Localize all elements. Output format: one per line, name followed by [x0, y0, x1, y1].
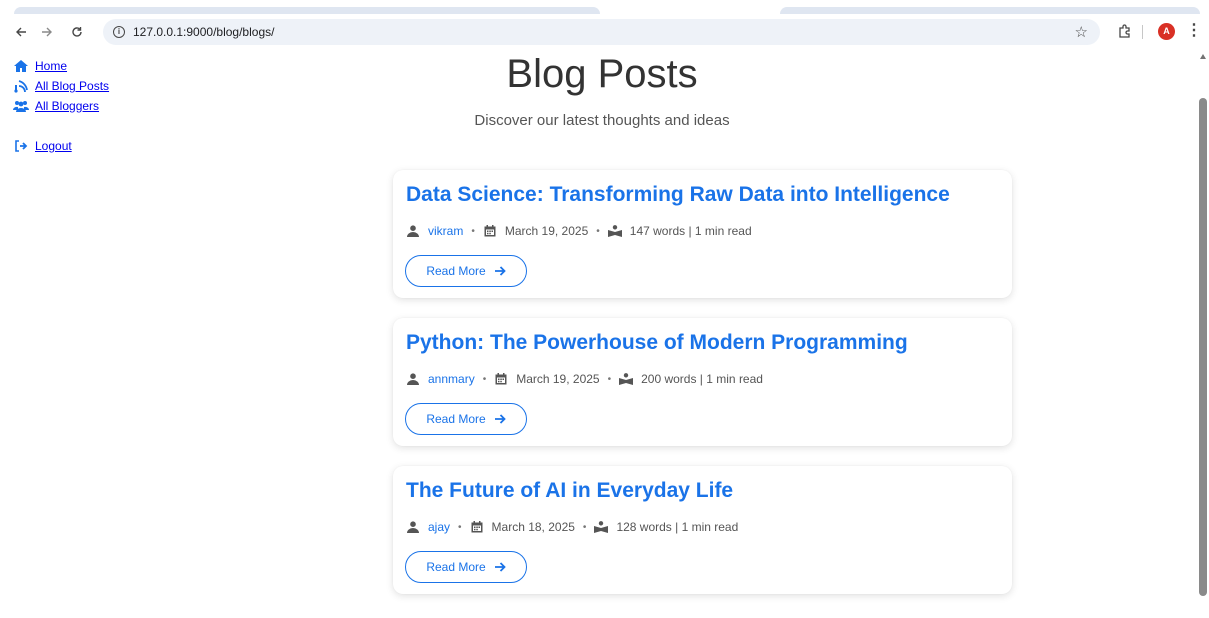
sidebar-item-label[interactable]: All Bloggers [35, 99, 99, 113]
page-scrollbar[interactable] [1197, 50, 1209, 618]
calendar-icon [483, 224, 497, 238]
page-viewport: Home All Blog Posts All Bloggers Logout … [7, 50, 1197, 618]
read-more-label: Read More [426, 264, 486, 278]
post-author-link[interactable]: annmary [428, 372, 475, 386]
sidebar-item-logout[interactable]: Logout [13, 138, 109, 154]
address-bar[interactable]: i 127.0.0.1:9000/blog/blogs/ ☆ [103, 19, 1100, 45]
reader-icon [594, 520, 609, 534]
meta-separator: • [471, 225, 475, 237]
forward-button[interactable] [36, 21, 58, 43]
post-meta: ajay • March 18, 2025 • 128 words | 1 mi… [406, 520, 738, 534]
back-button[interactable] [10, 21, 32, 43]
read-more-label: Read More [426, 560, 486, 574]
user-icon [406, 520, 420, 534]
reader-icon [619, 372, 634, 386]
post-reading-stats: 147 words | 1 min read [629, 224, 752, 238]
tab-strip [0, 0, 1209, 14]
page-title: Blog Posts [506, 52, 698, 96]
post-date: March 19, 2025 [504, 224, 589, 238]
bookmark-star-icon[interactable]: ☆ [1075, 23, 1088, 41]
browser-menu-icon[interactable]: ⋮ [1186, 23, 1202, 41]
blog-post-card: Data Science: Transforming Raw Data into… [393, 170, 1012, 298]
forward-arrow-icon [42, 27, 52, 37]
user-icon [406, 224, 420, 238]
blog-post-card: The Future of AI in Everyday Life ajay •… [393, 466, 1012, 594]
post-title[interactable]: The Future of AI in Everyday Life [406, 479, 733, 503]
post-date: March 19, 2025 [516, 372, 600, 386]
extensions-icon[interactable] [1115, 22, 1135, 42]
user-icon [406, 372, 420, 386]
toolbar-divider [1142, 25, 1143, 39]
meta-separator: • [482, 373, 487, 385]
post-meta: annmary • March 19, 2025 • 200 words | 1… [406, 372, 763, 386]
reader-icon [607, 224, 622, 238]
profile-avatar[interactable]: A [1158, 23, 1175, 40]
meta-separator: • [596, 225, 600, 237]
arrow-right-icon [494, 266, 506, 276]
read-more-button[interactable]: Read More [405, 255, 527, 287]
post-author-link[interactable]: ajay [428, 520, 450, 534]
read-more-button[interactable]: Read More [405, 403, 527, 435]
blog-post-card: Python: The Powerhouse of Modern Program… [393, 318, 1012, 446]
reload-button[interactable] [66, 21, 88, 43]
url-text[interactable]: 127.0.0.1:9000/blog/blogs/ [133, 25, 274, 39]
post-meta: vikram • March 19, 2025 • 147 words | 1 … [406, 224, 752, 238]
meta-separator: • [607, 373, 612, 385]
users-icon [13, 99, 29, 113]
tab[interactable] [14, 7, 600, 14]
arrow-right-icon [494, 562, 506, 572]
page-subtitle: Discover our latest thoughts and ideas [474, 112, 730, 129]
scroll-up-arrow-icon[interactable] [1200, 54, 1206, 59]
reload-icon [72, 27, 82, 37]
scrollbar-thumb[interactable] [1199, 98, 1207, 596]
calendar-icon [494, 372, 508, 386]
logout-icon [13, 139, 29, 153]
post-date: March 18, 2025 [491, 520, 575, 534]
read-more-button[interactable]: Read More [405, 551, 527, 583]
read-more-label: Read More [426, 412, 486, 426]
arrow-right-icon [494, 414, 506, 424]
sidebar-item-label[interactable]: Logout [35, 139, 72, 153]
meta-separator: • [458, 521, 462, 533]
site-info-icon[interactable]: i [113, 26, 125, 38]
post-reading-stats: 128 words | 1 min read [616, 520, 739, 534]
calendar-icon [470, 520, 484, 534]
browser-toolbar: i 127.0.0.1:9000/blog/blogs/ ☆ A ⋮ [0, 14, 1209, 50]
post-title[interactable]: Python: The Powerhouse of Modern Program… [406, 331, 908, 355]
post-author-link[interactable]: vikram [428, 224, 463, 238]
tab[interactable] [780, 7, 1200, 14]
back-arrow-icon [16, 27, 26, 37]
meta-separator: • [582, 521, 587, 533]
post-title[interactable]: Data Science: Transforming Raw Data into… [406, 183, 950, 207]
post-reading-stats: 200 words | 1 min read [641, 372, 763, 386]
